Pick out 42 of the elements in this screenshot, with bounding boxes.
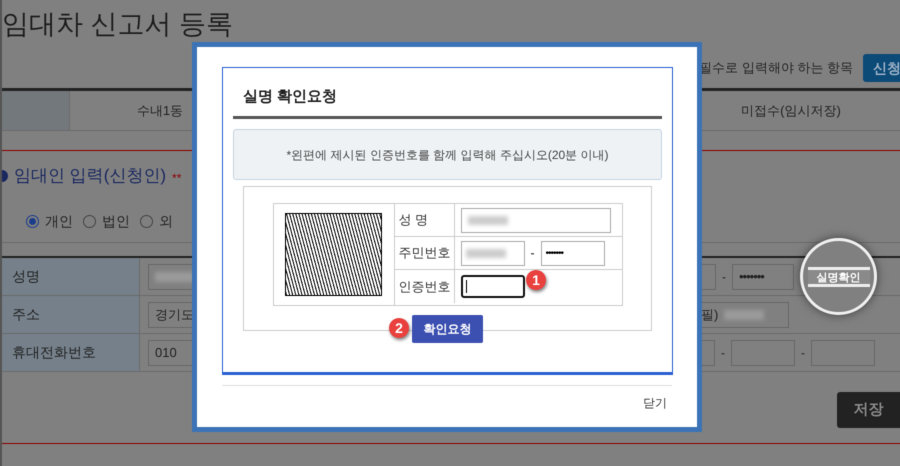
bullet-icon [2,170,8,182]
input-field[interactable] [460,240,524,266]
field-label: 휴대전화번호 [2,334,140,371]
dash-separator: - [721,344,725,362]
notice-text: *왼편에 제시된 인증번호를 함께 입력해 주십시오(20분 이내) [233,129,662,180]
radio-button[interactable] [83,215,96,228]
field-label: 성 명 [394,204,454,236]
section-title: 임대인 입력(신청인) [14,165,166,188]
blurred-text [155,272,195,282]
dash-separator: - [530,245,534,262]
blurred-text [468,216,508,224]
radio-button[interactable] [26,215,39,228]
dialog-title: 실명 확인요청 [242,86,338,106]
dash-separator: - [801,344,805,362]
field-label: 성명 [2,258,140,295]
field-label: 주소 [2,296,140,333]
page-title: 임대차 신고서 등록 [2,8,234,41]
table-cell-text: 수내1동 [136,102,184,120]
radio-option[interactable]: 개인 [26,211,73,232]
submit-button[interactable]: 신청 [863,54,900,82]
table-cell-text: 미접수(임시저장) [740,102,842,120]
input-field[interactable] [811,340,875,366]
input-field[interactable]: ••••••• [732,264,794,290]
real-name-check-button[interactable]: 실명확인 [808,266,870,286]
input-field[interactable]: 필) [701,302,789,328]
confirm-request-button[interactable]: 확인요청 [412,315,483,343]
close-link[interactable]: 닫기 [643,394,667,412]
field-label: 주민번호 [394,237,454,269]
required-mark: ** [172,170,182,187]
radio-option[interactable]: 외 [140,211,173,232]
input-field[interactable] [460,275,524,298]
address-suffix: 필) [701,306,718,324]
field-label: 인증번호 [394,270,454,303]
save-button[interactable]: 저장 [837,392,900,428]
dash-separator: - [722,268,726,286]
radio-button[interactable] [140,215,153,228]
blurred-text [466,248,506,258]
input-field[interactable] [460,208,610,232]
input-field[interactable]: ••••••• [540,240,604,266]
input-field[interactable] [731,340,795,366]
blurred-text [724,310,764,320]
radio-option[interactable]: 법인 [83,211,130,232]
